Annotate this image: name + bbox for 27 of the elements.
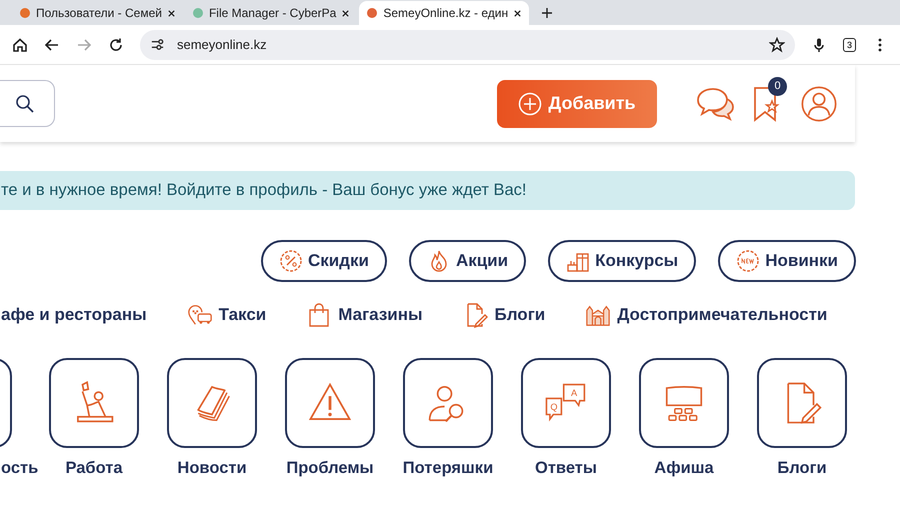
category-tile[interactable]: A Q	[521, 358, 611, 448]
tile-label: Новости	[177, 459, 247, 478]
category-link[interactable]: Блоги	[494, 305, 546, 325]
answer-letter: A	[570, 388, 578, 398]
tile-label: Проблемы	[286, 459, 374, 478]
count-badge: 0	[768, 76, 787, 96]
tile-label: Ответы	[535, 459, 597, 478]
filter-pill[interactable]: Конкурсы	[548, 240, 696, 282]
tab-count-button[interactable]: 3	[842, 38, 856, 52]
filter-pill[interactable]: Скидки	[260, 240, 387, 282]
category-link[interactable]: Достопримечательности	[617, 305, 828, 325]
browser-tab[interactable]: File Manager - CyberPa	[184, 1, 358, 25]
category-link[interactable]: Такси	[218, 305, 266, 325]
question-letter: Q	[550, 402, 558, 412]
tile-label: Афиша	[654, 459, 714, 478]
browser-tab[interactable]: SemeyOnline.kz - един	[359, 1, 530, 25]
filter-pill[interactable]: Акции	[408, 240, 526, 282]
tile-label: ость	[0, 459, 38, 478]
category-link[interactable]: афе и рестораны	[1, 305, 147, 325]
tile-label: Блоги	[777, 459, 827, 478]
browser-tab[interactable]: Пользователи - Семей	[12, 1, 183, 25]
tile-label: Работа	[65, 459, 123, 478]
category-link[interactable]: Магазины	[338, 305, 423, 325]
info-banner: те и в нужное время! Войдите в профиль - Ваш бонус уже ждет Вас!	[0, 171, 855, 210]
tile-label: Потеряшки	[402, 459, 494, 478]
address-bar[interactable]: semeyonline.kz	[140, 30, 795, 60]
filter-pill[interactable]: Новинки	[718, 240, 856, 282]
